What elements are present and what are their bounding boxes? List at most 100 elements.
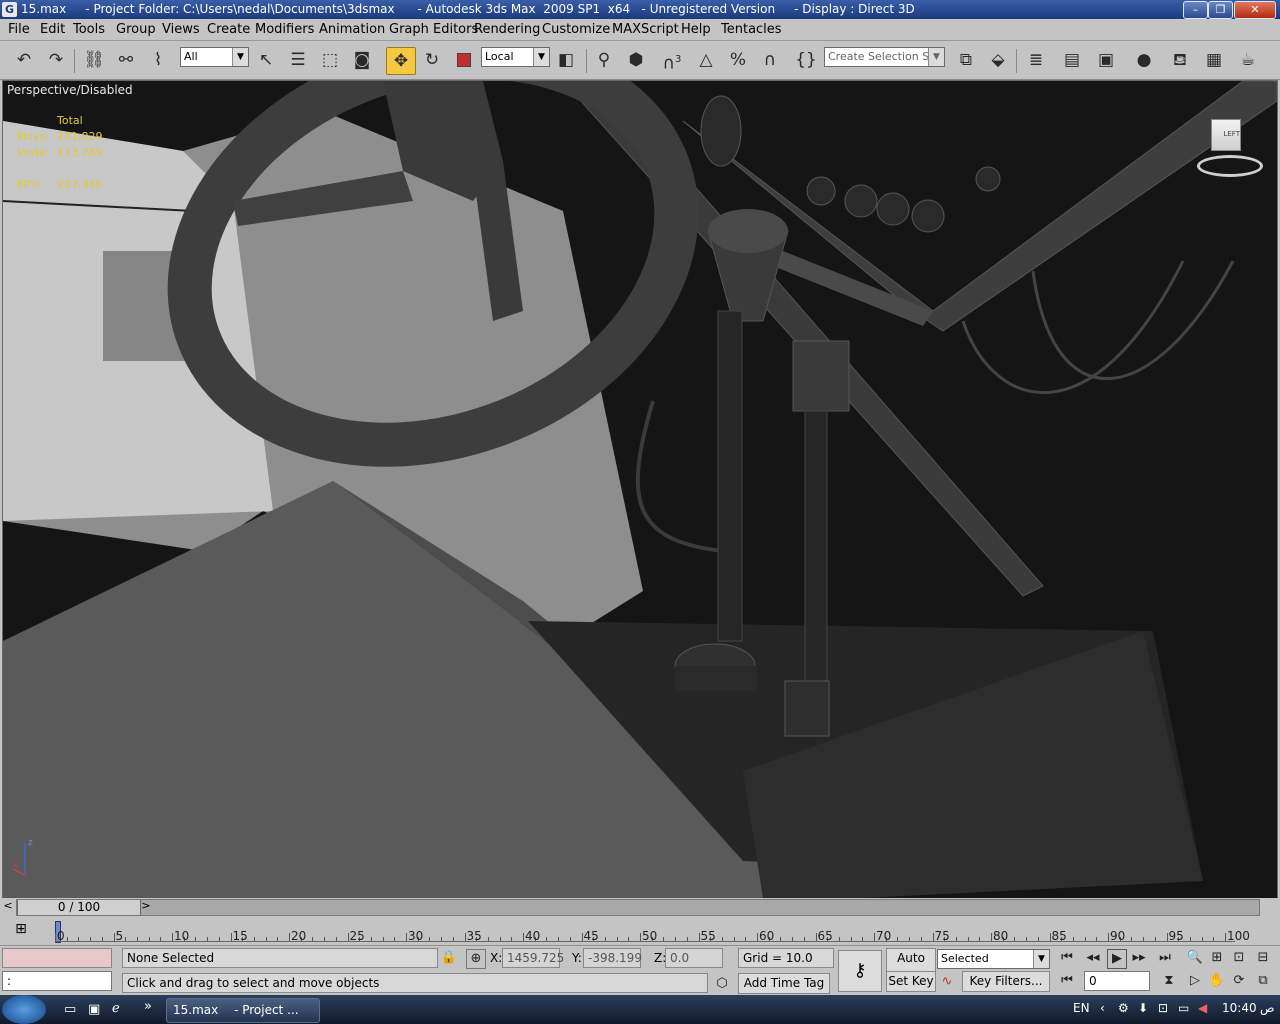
menu-create[interactable]: Create <box>207 22 250 37</box>
select-and-rotate-icon[interactable]: ↻ <box>418 47 446 73</box>
current-frame-field[interactable]: 0 <box>1084 971 1150 991</box>
align-icon[interactable]: ⬙ <box>984 47 1012 73</box>
start-button[interactable] <box>2 995 46 1024</box>
key-mode-dropdown[interactable]: Selected ▼ <box>937 949 1050 969</box>
menu-modifiers[interactable]: Modifiers <box>255 22 314 37</box>
next-frame-icon[interactable]: ▸▸ <box>1130 949 1148 967</box>
mirror-icon[interactable]: ⧉ <box>952 47 980 73</box>
minimize-button[interactable]: – <box>1183 1 1208 19</box>
viewcube[interactable]: LEFT <box>1189 117 1263 177</box>
edit-named-selection-icon[interactable]: {} <box>792 47 820 73</box>
angle-snap-icon[interactable]: △ <box>692 47 720 73</box>
maxscript-listener-field[interactable] <box>2 948 112 968</box>
menu-animation[interactable]: Animation <box>319 22 385 37</box>
set-key-mode-icon[interactable]: ⚷ <box>838 950 882 992</box>
menu-customize[interactable]: Customize <box>542 22 610 37</box>
layer-manager-icon[interactable]: ≣ <box>1022 47 1050 73</box>
select-and-move-icon[interactable]: ✥ <box>386 47 416 75</box>
y-coordinate-field[interactable]: -398.199 <box>583 948 642 968</box>
pan-view-icon[interactable]: ✋ <box>1208 972 1226 990</box>
pivot-center-icon[interactable]: ◧ <box>552 47 580 73</box>
redo-icon[interactable]: ↷ <box>42 47 70 73</box>
undo-icon[interactable]: ↶ <box>10 47 38 73</box>
time-slider-track[interactable]: 0 / 100 <box>16 899 1260 916</box>
bind-space-warp-icon[interactable]: ⌇ <box>144 47 172 73</box>
maxscript-mini-listener[interactable]: : <box>2 971 112 991</box>
explorer-icon[interactable]: ▣ <box>88 1002 100 1017</box>
menu-views[interactable]: Views <box>162 22 200 37</box>
selection-filter-dropdown[interactable]: All ▼ <box>180 47 249 67</box>
maximize-button[interactable]: ❐ <box>1208 1 1233 19</box>
time-slider-prev-icon[interactable]: < <box>2 899 14 914</box>
track-bar[interactable]: ⊞ 0 5 10 15 20 25 30 35 40 45 50 55 60 65 70 75 80 85 90 95… <box>0 917 1280 945</box>
time-slider-next-icon[interactable]: > <box>140 899 152 914</box>
menu-edit[interactable]: Edit <box>40 22 65 37</box>
menu-file[interactable]: File <box>8 22 30 37</box>
quick-render-icon[interactable]: ☕ <box>1234 47 1262 73</box>
select-by-name-icon[interactable]: ☰ <box>284 47 312 73</box>
menu-group[interactable]: Group <box>116 22 156 37</box>
key-mode-toggle-icon[interactable]: ⏮ <box>1058 972 1076 990</box>
quick-launch-more-icon[interactable]: » <box>144 999 152 1014</box>
perspective-viewport[interactable]: Perspective/Disabled Total Polys: 181,82… <box>2 80 1278 899</box>
rendered-frame-window-icon[interactable]: ▦ <box>1200 47 1228 73</box>
select-object-icon[interactable]: ↖ <box>252 47 280 73</box>
viewcube-face-left[interactable]: LEFT <box>1211 119 1241 151</box>
zoom-extents-icon[interactable]: ⊡ <box>1230 949 1248 967</box>
app-icon[interactable]: G <box>2 2 17 17</box>
taskbar-item-3dsmax[interactable]: 15.max - Project ... <box>166 998 320 1023</box>
render-setup-icon[interactable]: ⛾ <box>1166 47 1194 73</box>
lock-icon[interactable]: 🔒 <box>440 949 458 967</box>
language-indicator[interactable]: EN <box>1073 1001 1090 1015</box>
tray-monitor-icon[interactable]: ▭ <box>1178 1001 1189 1015</box>
window-crossing-icon[interactable]: ◙ <box>348 47 376 73</box>
orbit-icon[interactable]: ⟳ <box>1230 972 1248 990</box>
z-coordinate-field[interactable]: 0.0 <box>665 948 723 968</box>
key-curve-icon[interactable]: ∿ <box>938 973 956 991</box>
x-coordinate-field[interactable]: 1459.725 <box>502 948 564 968</box>
named-selection-set-dropdown[interactable]: Create Selection Set ▼ <box>824 47 945 67</box>
clock[interactable]: 10:40 <box>1222 1001 1257 1015</box>
menu-help[interactable]: Help <box>681 22 711 37</box>
schematic-view-icon[interactable]: ▣ <box>1092 47 1120 73</box>
snaps-toggle-icon[interactable]: ∩3 <box>658 47 686 74</box>
close-button[interactable]: ✕ <box>1234 1 1276 19</box>
percent-snap-icon[interactable]: % <box>724 47 752 73</box>
previous-frame-icon[interactable]: ◂◂ <box>1084 949 1102 967</box>
viewport-label[interactable]: Perspective/Disabled <box>7 83 133 97</box>
tray-volume-icon[interactable]: ◀ <box>1198 1001 1207 1015</box>
tray-network-icon[interactable]: ⚙ <box>1118 1001 1129 1015</box>
time-slider-thumb[interactable]: 0 / 100 <box>17 900 141 915</box>
tray-devices-icon[interactable]: ⊡ <box>1158 1001 1168 1015</box>
material-editor-icon[interactable]: ● <box>1130 47 1158 73</box>
go-to-end-icon[interactable]: ⏭ <box>1156 949 1174 967</box>
select-and-link-icon[interactable]: ⛓ <box>80 47 108 73</box>
menu-graph-editors[interactable]: Graph Editors <box>389 22 478 37</box>
reference-coordinate-dropdown[interactable]: Local ▼ <box>481 47 550 67</box>
spinner-snap-icon[interactable]: ∩ <box>756 47 784 73</box>
menu-rendering[interactable]: Rendering <box>474 22 540 37</box>
rectangular-selection-icon[interactable]: ⬚ <box>316 47 344 73</box>
go-to-start-icon[interactable]: ⏮ <box>1058 949 1076 967</box>
tray-download-icon[interactable]: ⬇ <box>1138 1001 1148 1015</box>
zoom-all-icon[interactable]: ⊞ <box>1208 949 1226 967</box>
manipulate-icon[interactable]: ⚲ <box>590 47 618 73</box>
time-configuration-icon[interactable]: ⧗ <box>1160 972 1178 990</box>
unlink-icon[interactable]: ⚯ <box>112 47 140 73</box>
keyboard-shortcut-override-icon[interactable]: ⬢ <box>622 47 650 73</box>
menu-tools[interactable]: Tools <box>73 22 105 37</box>
select-and-scale-icon[interactable] <box>450 47 478 73</box>
add-time-tag-button[interactable]: Add Time Tag <box>738 973 830 994</box>
tray-chevron-icon[interactable]: ‹ <box>1100 1001 1105 1015</box>
absolute-mode-icon[interactable]: ⊕ <box>466 949 486 969</box>
internet-explorer-icon[interactable]: ℯ <box>112 1001 120 1016</box>
maximize-viewport-icon[interactable]: ⧉ <box>1254 972 1272 990</box>
field-of-view-icon[interactable]: ▷ <box>1186 972 1204 990</box>
key-filters-button[interactable]: Key Filters... <box>962 971 1050 992</box>
menu-tentacles[interactable]: Tentacles <box>721 22 782 37</box>
set-key-button[interactable]: Set Key <box>886 971 936 992</box>
curve-editor-icon[interactable]: ▤ <box>1058 47 1086 73</box>
zoom-extents-all-icon[interactable]: ⊟ <box>1254 949 1272 967</box>
show-desktop-icon[interactable]: ▭ <box>64 1002 76 1017</box>
menu-maxscript[interactable]: MAXScript <box>612 22 679 37</box>
